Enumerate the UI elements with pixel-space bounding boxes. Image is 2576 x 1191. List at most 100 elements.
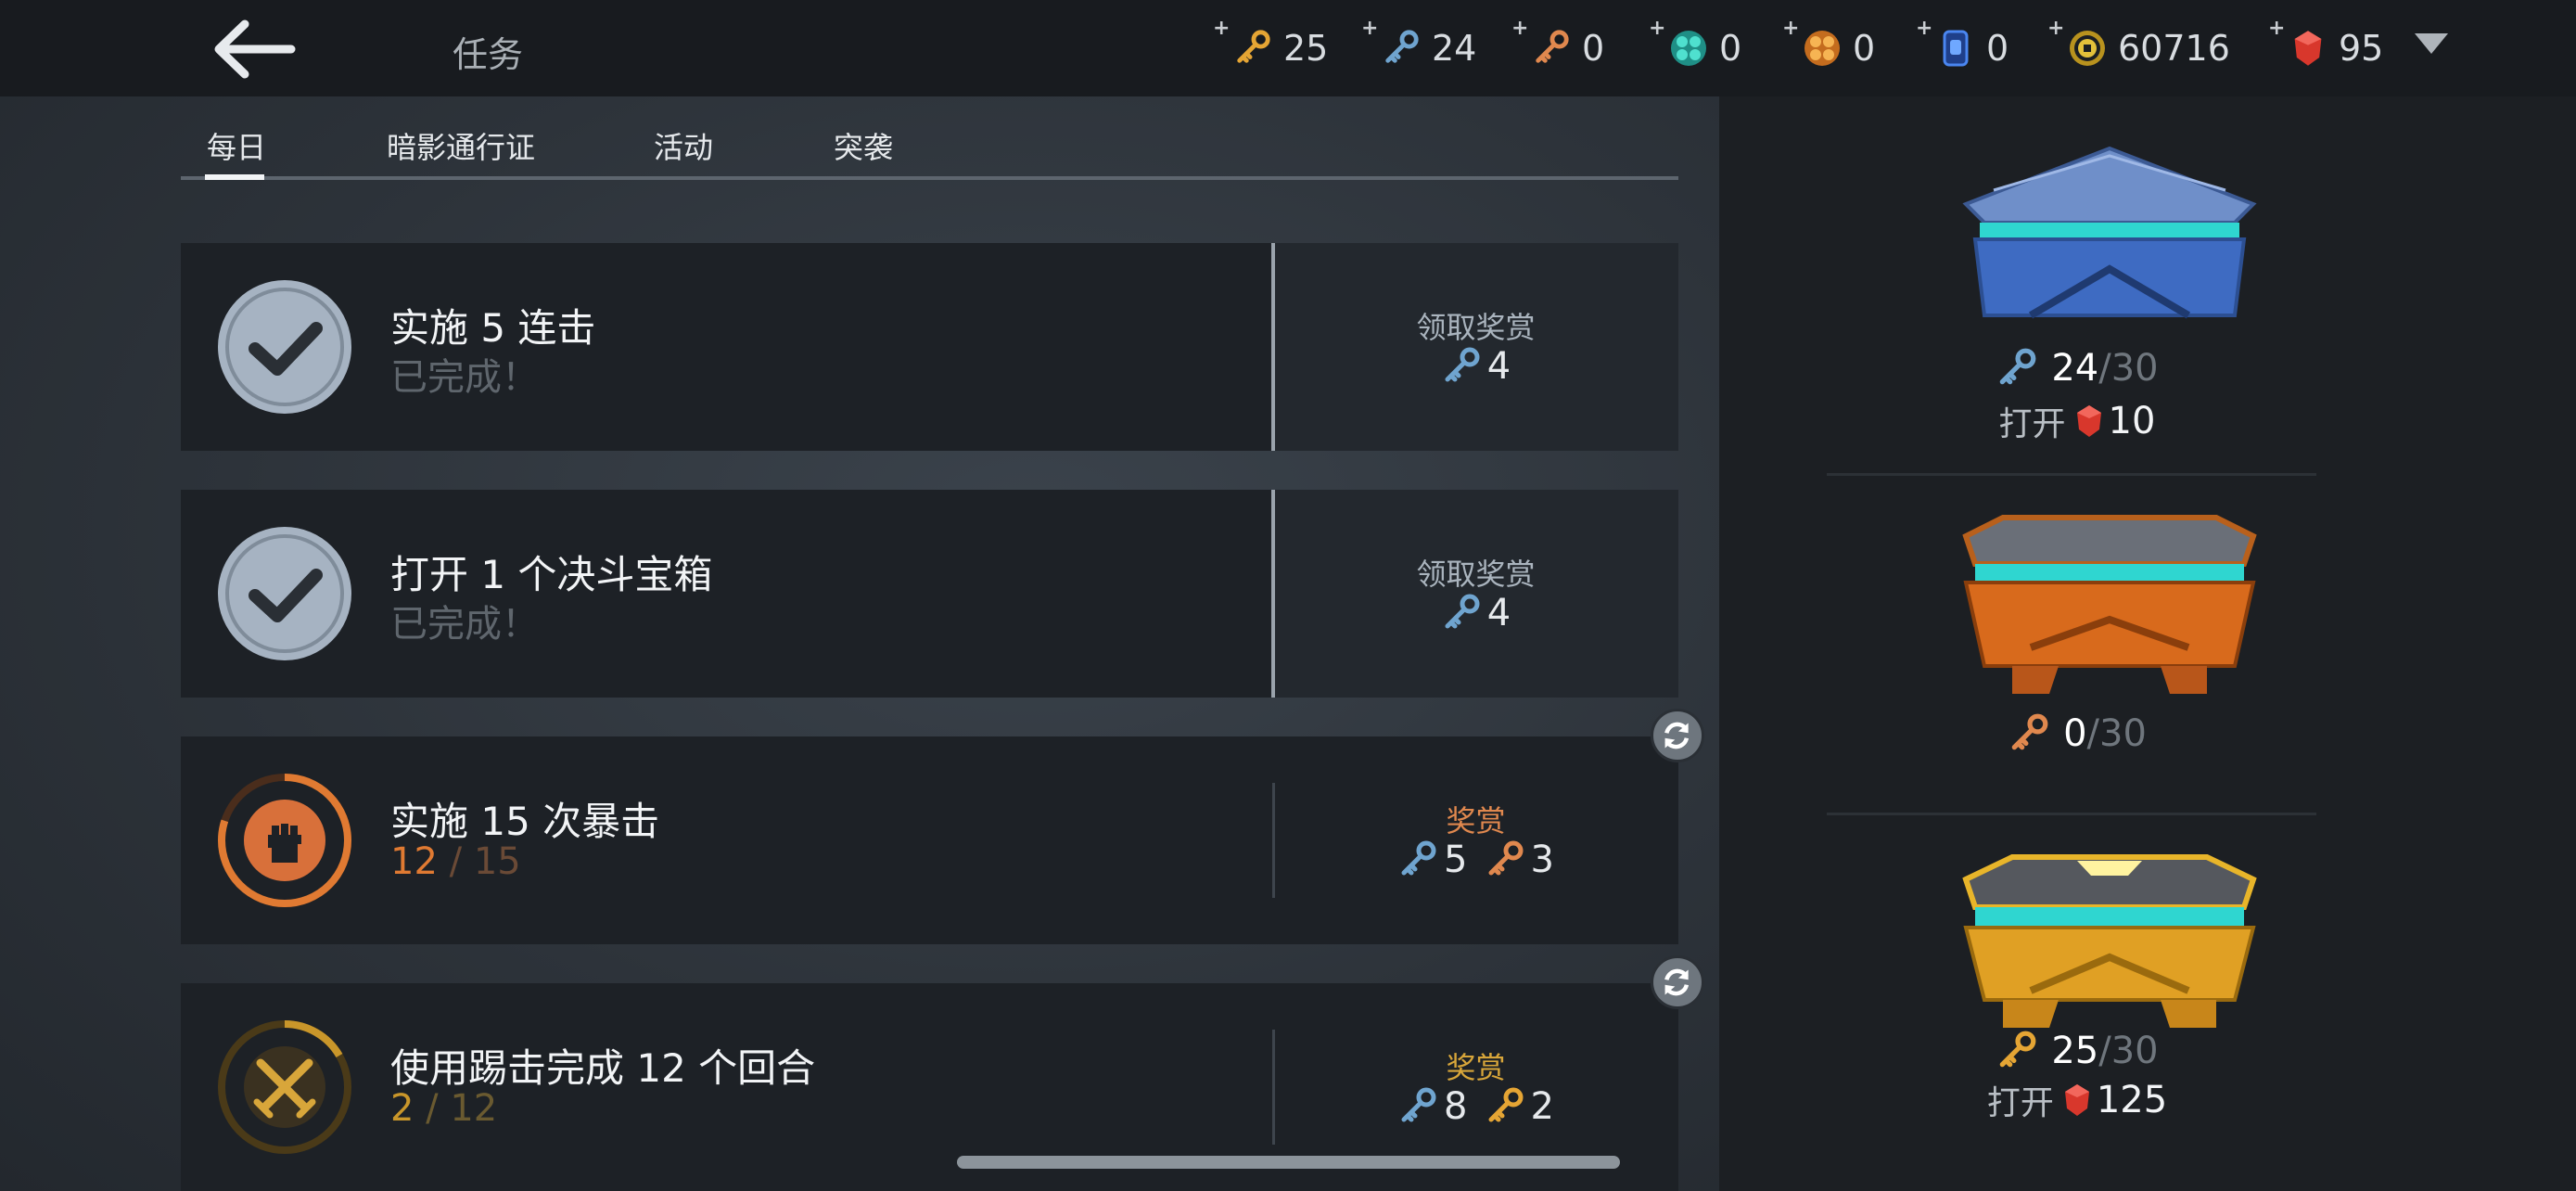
reward-value: 4 (1486, 592, 1511, 634)
reward-items: 5 3 (1273, 839, 1678, 881)
chest-count-separator: / (2098, 347, 2111, 390)
bronze-chest-count: 0 / 30 (1762, 712, 2392, 755)
gold-key-icon (1996, 1030, 2038, 1072)
chest-count-max: 30 (2111, 1030, 2159, 1072)
divider (1827, 473, 2316, 476)
silver-key-icon (1397, 839, 1438, 880)
reward-label: 奖赏 (1446, 803, 1506, 839)
chest-count-separator: / (2098, 1030, 2111, 1072)
reward-value: 5 (1444, 839, 1468, 881)
checkmark-icon (218, 280, 351, 414)
quest-name: 实施 5 连击 (390, 305, 596, 351)
open-gold-chest-button[interactable]: 打开 125 (1762, 1076, 2392, 1124)
tab-active-indicator (205, 174, 264, 180)
horizontal-scrollbar[interactable] (957, 1156, 1620, 1169)
divider (1272, 1030, 1275, 1145)
currency-teal-orbs[interactable]: + 0 (1649, 17, 1742, 76)
currency-value: 0 (1582, 28, 1605, 69)
refresh-quest-button[interactable] (1651, 955, 1704, 1009)
currency-rubies[interactable]: + 95 (2268, 17, 2384, 76)
currency-blue-cards[interactable]: + 0 (1916, 17, 2009, 76)
currency-value: 60716 (2118, 28, 2230, 69)
quest-name: 打开 1 个决斗宝箱 (390, 552, 713, 597)
fist-icon (218, 774, 351, 907)
silver-key-icon (1441, 346, 1482, 387)
currency-value: 0 (1719, 28, 1742, 69)
progress-separator: / (414, 1087, 451, 1130)
reward-value: 2 (1530, 1085, 1554, 1128)
progress-current: 2 (390, 1087, 414, 1130)
quest-name: 使用踢击完成 12 个回合 (390, 1045, 816, 1091)
bronze-key-icon (2008, 712, 2050, 755)
expand-currencies-icon[interactable] (2415, 33, 2448, 54)
silver-key-icon (1382, 29, 1421, 68)
reward-value: 3 (1530, 839, 1554, 881)
crossed-swords-icon (218, 1020, 351, 1154)
progress-total: 12 (450, 1087, 498, 1130)
reward-items: 4 (1273, 345, 1678, 388)
quest-name: 实施 15 次暴击 (390, 799, 660, 844)
plus-icon: + (1649, 17, 1666, 40)
gold-chest-count: 25 / 30 (1762, 1030, 2392, 1072)
currency-value: 95 (2339, 28, 2384, 69)
chest-count-max: 30 (2111, 347, 2159, 390)
reward-value: 4 (1486, 345, 1511, 388)
tab-shadow-pass[interactable]: 暗影通行证 (387, 124, 535, 167)
teal-orb-icon (1671, 31, 1706, 66)
open-label: 打开 (1998, 405, 2066, 443)
reward-item: 3 (1485, 839, 1554, 881)
chest-count-current: 0 (2063, 712, 2087, 755)
ruby-icon (2289, 29, 2327, 68)
plus-icon: + (1511, 17, 1529, 40)
open-cost: 10 (2108, 400, 2156, 442)
tab-raid[interactable]: 突袭 (834, 124, 893, 167)
chest-count-current: 24 (2051, 347, 2099, 390)
currency-bronze-keys[interactable]: + 0 (1511, 17, 1605, 76)
divider (1827, 813, 2316, 815)
reward-item: 4 (1441, 592, 1511, 634)
claim-reward-button[interactable]: 领取奖赏 4 (1273, 243, 1678, 451)
currency-orange-orbs[interactable]: + 0 (1782, 17, 1875, 76)
reward-label: 奖赏 (1446, 1050, 1506, 1085)
back-arrow-icon[interactable] (208, 19, 300, 80)
reward-label: 领取奖赏 (1416, 557, 1536, 592)
reward-items: 8 2 (1273, 1085, 1678, 1128)
tab-events[interactable]: 活动 (654, 124, 713, 167)
reward-item: 4 (1441, 345, 1511, 388)
currency-silver-keys[interactable]: + 24 (1361, 17, 1476, 76)
plus-icon: + (1361, 17, 1379, 40)
plus-icon: + (2047, 17, 2065, 40)
progress-total: 15 (473, 840, 521, 883)
reward-value: 8 (1444, 1085, 1468, 1128)
progress-separator: / (437, 840, 474, 883)
currency-value: 25 (1283, 28, 1329, 69)
refresh-icon (1664, 968, 1690, 996)
chest-count-current: 25 (2051, 1030, 2099, 1072)
top-bar: 任务 + 25 + 24 + 0 + 0 + 0 + 0 + 60716 + 9… (0, 0, 2576, 96)
currency-coins[interactable]: + 60716 (2047, 17, 2230, 76)
open-cost: 125 (2096, 1079, 2168, 1121)
bronze-chest-icon[interactable] (1929, 508, 2290, 694)
plus-icon: + (1213, 17, 1231, 40)
orange-orb-icon (1804, 31, 1840, 66)
quest-card: 打开 1 个决斗宝箱 已完成！ 领取奖赏 4 (181, 490, 1678, 698)
gold-key-icon (1233, 29, 1272, 68)
divider (1271, 490, 1275, 698)
currency-value: 0 (1986, 28, 2009, 69)
quest-progress: 2 / 12 (390, 1087, 497, 1130)
quest-status: 已完成！ (390, 356, 539, 399)
gold-chest-icon[interactable] (1929, 842, 2290, 1028)
plus-icon: + (1916, 17, 1933, 40)
coin-icon (2070, 31, 2105, 66)
gold-key-icon (1485, 1086, 1525, 1127)
refresh-quest-button[interactable] (1651, 709, 1704, 762)
reward-label: 领取奖赏 (1416, 310, 1536, 345)
page-title: 任务 (453, 34, 524, 75)
silver-chest-icon[interactable] (1929, 139, 2290, 325)
tab-daily[interactable]: 每日 (207, 124, 266, 167)
open-silver-chest-button[interactable]: 打开 10 (1762, 397, 2392, 445)
claim-reward-button[interactable]: 领取奖赏 4 (1273, 490, 1678, 698)
silver-key-icon (1397, 1086, 1438, 1127)
checkmark-icon (218, 527, 351, 660)
currency-gold-keys[interactable]: + 25 (1213, 17, 1329, 76)
